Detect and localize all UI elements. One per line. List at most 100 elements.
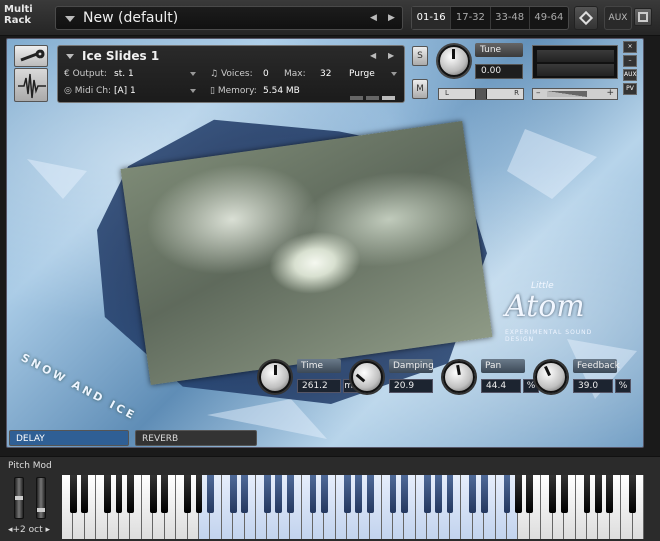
time-knob[interactable]: [259, 361, 291, 393]
piano-black-key[interactable]: [309, 475, 317, 513]
piano-black-key[interactable]: [275, 475, 283, 513]
piano-black-key[interactable]: [206, 475, 214, 513]
pan-right-label: R: [514, 89, 519, 97]
tune-knob[interactable]: [438, 45, 470, 77]
midi-row: ◎ Midi Ch:: [64, 86, 111, 96]
memory-label: Memory:: [217, 86, 257, 96]
tab-reverb[interactable]: REVERB: [135, 430, 257, 446]
piano-black-key[interactable]: [69, 475, 77, 513]
piano-black-key[interactable]: [480, 475, 488, 513]
piano-black-key[interactable]: [606, 475, 614, 513]
instrument-name[interactable]: Ice Slides 1: [82, 49, 159, 63]
midi-label: Midi Ch:: [74, 86, 112, 96]
page-button-49-64[interactable]: 49-64: [530, 7, 568, 29]
ice-shard: [507, 129, 597, 199]
piano-black-key[interactable]: [127, 475, 134, 513]
piano-black-key[interactable]: [526, 475, 534, 513]
piano-black-key[interactable]: [81, 475, 89, 513]
piano-black-key[interactable]: [469, 475, 477, 513]
piano-black-key[interactable]: [149, 475, 157, 513]
piano-black-key[interactable]: [104, 475, 112, 513]
damping-knob[interactable]: [351, 361, 383, 393]
octave-shift[interactable]: ◂+2 oct ▸: [8, 525, 50, 535]
pan-slider[interactable]: L R: [438, 88, 524, 100]
tune-value[interactable]: 0.00: [475, 64, 523, 79]
damping-value[interactable]: 20.9: [389, 379, 433, 393]
instrument-options-button[interactable]: [14, 45, 48, 67]
piano-black-key[interactable]: [343, 475, 351, 513]
rack-title: New (default): [83, 10, 179, 26]
purge-indicator: [350, 96, 363, 100]
instrument-close-button[interactable]: ×: [623, 41, 637, 53]
max-voices-value[interactable]: 32: [320, 69, 331, 79]
piano-black-key[interactable]: [184, 475, 191, 513]
chevron-down-icon[interactable]: [66, 54, 74, 59]
solo-button[interactable]: S: [412, 46, 428, 66]
piano-black-key[interactable]: [161, 475, 169, 513]
knob-indicator: [355, 373, 366, 383]
wrench-icon: [20, 49, 45, 62]
pitch-wheel[interactable]: [14, 477, 24, 519]
piano-black-key[interactable]: [400, 475, 408, 513]
purge-menu[interactable]: Purge: [349, 69, 397, 79]
time-value[interactable]: 261.2: [297, 379, 341, 393]
piano-black-key[interactable]: [355, 475, 363, 513]
instrument-aux-button[interactable]: AUX: [623, 69, 637, 81]
piano-black-key[interactable]: [423, 475, 431, 513]
logo-main-text: Atom: [505, 289, 585, 324]
piano-black-key[interactable]: [195, 475, 203, 513]
feedback-knob[interactable]: [535, 361, 567, 393]
instrument-pv-button[interactable]: PV: [623, 83, 637, 95]
prev-instrument-icon[interactable]: ◀: [370, 51, 376, 60]
rack-title-dropdown[interactable]: New (default) ◀ ▶: [55, 6, 403, 30]
piano-black-key[interactable]: [549, 475, 557, 513]
mod-wheel[interactable]: [36, 477, 46, 519]
piano-black-key[interactable]: [229, 475, 237, 513]
piano-black-key[interactable]: [435, 475, 442, 513]
pan-value[interactable]: 44.4: [481, 379, 521, 393]
rack-view-button[interactable]: [574, 6, 598, 30]
waveform-editor-button[interactable]: [14, 68, 48, 102]
waveform-icon: [18, 73, 46, 99]
prev-arrow-icon[interactable]: ◀: [370, 13, 377, 23]
page-button-01-16[interactable]: 01-16: [412, 7, 452, 29]
output-value: st. 1: [114, 69, 134, 79]
piano-black-key[interactable]: [629, 475, 636, 513]
purge-indicator: [366, 96, 379, 100]
aux-button[interactable]: AUX: [604, 6, 632, 30]
piano-black-key[interactable]: [321, 475, 328, 513]
piano-black-key[interactable]: [115, 475, 123, 513]
next-arrow-icon[interactable]: ▶: [388, 13, 395, 23]
piano-black-key[interactable]: [583, 475, 591, 513]
piano-keyboard[interactable]: [62, 475, 644, 539]
page-button-17-32[interactable]: 17-32: [451, 7, 491, 29]
rack-close-button[interactable]: [634, 8, 652, 26]
next-instrument-icon[interactable]: ▶: [388, 51, 394, 60]
instrument-minimize-button[interactable]: –: [623, 55, 637, 67]
midi-channel-select[interactable]: [A] 1: [114, 86, 196, 96]
output-select[interactable]: st. 1: [114, 69, 196, 79]
piano-black-key[interactable]: [594, 475, 602, 513]
pan-knob[interactable]: [443, 361, 475, 393]
piano-black-key[interactable]: [286, 475, 294, 513]
piano-black-key[interactable]: [389, 475, 397, 513]
piano-black-key[interactable]: [515, 475, 522, 513]
mute-button[interactable]: M: [412, 79, 428, 99]
meter-bar-left: [537, 50, 614, 62]
piano-black-key[interactable]: [446, 475, 454, 513]
tab-delay[interactable]: DELAY: [9, 430, 129, 446]
piano-black-key[interactable]: [366, 475, 374, 513]
piano-black-key[interactable]: [503, 475, 511, 513]
voices-icon: ♫: [210, 69, 221, 79]
piano-black-key[interactable]: [241, 475, 248, 513]
pan-label: Pan: [481, 359, 525, 373]
damping-label: Damping: [389, 359, 434, 373]
feedback-value[interactable]: 39.0: [573, 379, 613, 393]
voices-label: Voices:: [220, 69, 253, 79]
page-button-33-48[interactable]: 33-48: [491, 7, 530, 29]
piano-black-key[interactable]: [560, 475, 568, 513]
chevron-down-icon[interactable]: [65, 16, 75, 22]
piano-black-key[interactable]: [263, 475, 271, 513]
volume-slider[interactable]: – +: [532, 88, 618, 100]
pan-slider-thumb[interactable]: [475, 89, 487, 99]
